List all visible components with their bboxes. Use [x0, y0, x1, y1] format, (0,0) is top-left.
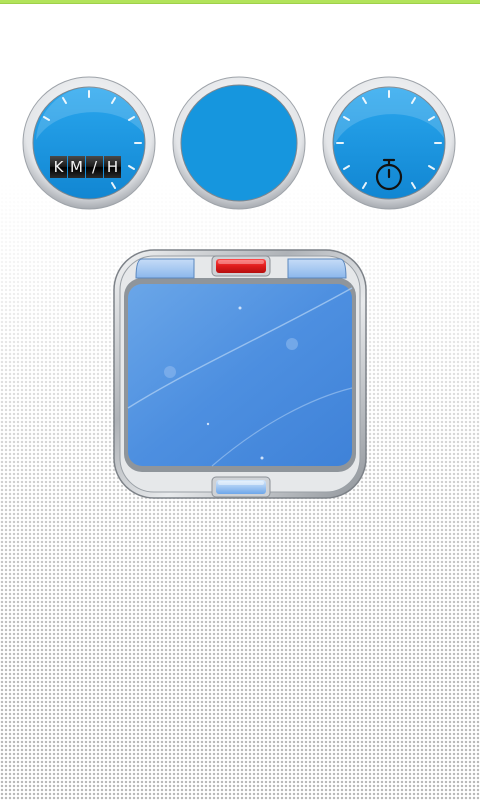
top-right-tab-button[interactable]	[286, 258, 348, 282]
unit-letter-slash: /	[86, 156, 103, 178]
blank-dial-icon	[172, 76, 306, 210]
red-indicator-button[interactable]	[211, 255, 271, 277]
unit-letter-k: K	[50, 156, 67, 178]
top-left-tab-button[interactable]	[134, 258, 196, 282]
bottom-pill-button[interactable]	[211, 476, 271, 498]
speedometer-dial-icon	[22, 76, 156, 210]
kmh-unit-display: K M / H	[50, 156, 121, 178]
display-graphic	[113, 249, 367, 499]
top-accent-bar	[0, 0, 480, 4]
timer-dial[interactable]	[322, 76, 456, 210]
unit-letter-h: H	[104, 156, 121, 178]
center-dial[interactable]	[172, 76, 306, 210]
timer-dial-graphic	[322, 76, 456, 210]
speedometer-dial[interactable]: K M / H	[22, 76, 156, 210]
unit-letter-m: M	[68, 156, 85, 178]
display-frame	[112, 248, 368, 500]
